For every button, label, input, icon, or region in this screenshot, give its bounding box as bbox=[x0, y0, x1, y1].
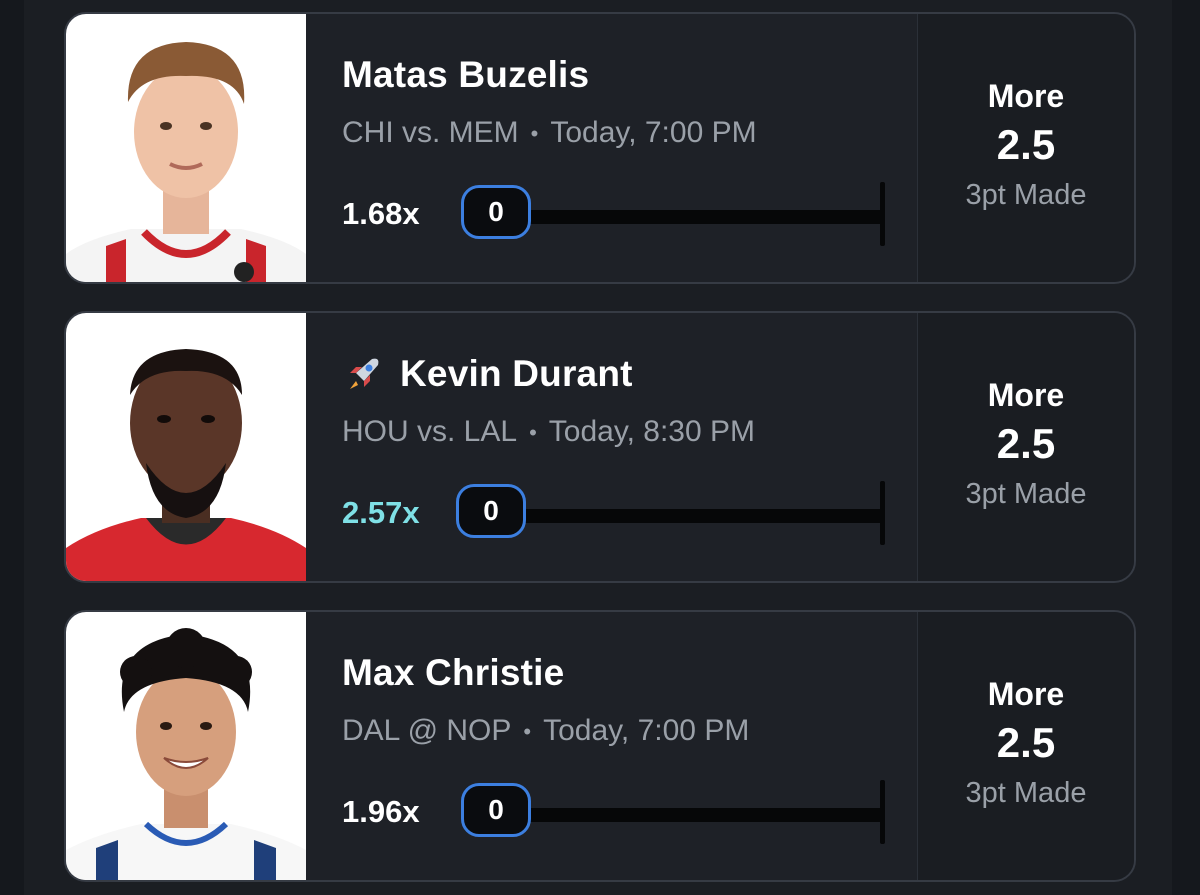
player-name-row: Matas Buzelis bbox=[342, 54, 589, 96]
separator-dot: • bbox=[523, 719, 532, 745]
game-time: Today, 8:30 PM bbox=[548, 415, 755, 448]
progress-track bbox=[526, 808, 882, 822]
player-photo bbox=[66, 313, 306, 581]
pick-direction: More bbox=[987, 377, 1065, 413]
player-name: Matas Buzelis bbox=[342, 54, 590, 95]
prop-line: 2.5 bbox=[996, 420, 1056, 467]
matchup-text: CHI vs. MEM bbox=[342, 116, 519, 149]
separator-dot: • bbox=[529, 420, 537, 446]
matchup-text: HOU vs. LAL bbox=[342, 415, 518, 448]
payout-multiplier: 1.68x bbox=[342, 196, 420, 231]
player-name-row: Kevin Durant bbox=[342, 353, 633, 395]
rocket-icon bbox=[350, 358, 379, 389]
player-name: Max Christie bbox=[342, 652, 565, 693]
stat-type: 3pt Made bbox=[965, 777, 1087, 809]
pick-selection-panel[interactable]: More 2.5 3pt Made bbox=[917, 313, 1134, 581]
matchup-text: DAL @ NOP bbox=[342, 714, 512, 747]
stat-value-stepper[interactable]: 0 bbox=[461, 783, 531, 837]
progress-track-end bbox=[880, 182, 885, 246]
game-time: Today, 7:00 PM bbox=[550, 116, 757, 149]
prop-line: 2.5 bbox=[996, 121, 1056, 168]
payout-multiplier-boosted: 2.57x bbox=[342, 495, 420, 530]
prop-line: 2.5 bbox=[996, 719, 1056, 766]
player-prop-card[interactable]: Matas Buzelis CHI vs. MEM • Today, 7:00 PM… bbox=[64, 12, 1136, 284]
progress-track-end bbox=[880, 780, 885, 844]
player-prop-card[interactable]: Max Christie DAL @ NOP • Today, 7:00 PM 1.… bbox=[64, 610, 1136, 882]
player-photo bbox=[66, 612, 306, 880]
stat-type: 3pt Made bbox=[965, 478, 1087, 510]
player-name-row: Max Christie bbox=[342, 652, 564, 694]
pick-selection-panel[interactable]: More 2.5 3pt Made bbox=[917, 14, 1134, 282]
player-photo bbox=[66, 14, 306, 282]
game-info: DAL @ NOP • Today, 7:00 PM bbox=[342, 714, 749, 748]
game-info: HOU vs. LAL • Today, 8:30 PM bbox=[342, 415, 755, 449]
progress-track bbox=[526, 210, 882, 224]
progress-track-end bbox=[880, 481, 885, 545]
separator-dot: • bbox=[530, 121, 539, 147]
player-name: Kevin Durant bbox=[400, 353, 633, 394]
pick-direction: More bbox=[987, 676, 1065, 712]
stat-value-stepper[interactable]: 0 bbox=[461, 185, 531, 239]
pick-selection-panel[interactable]: More 2.5 3pt Made bbox=[917, 612, 1134, 880]
pick-direction: More bbox=[987, 78, 1065, 114]
game-info: CHI vs. MEM • Today, 7:00 PM bbox=[342, 116, 757, 150]
stat-type: 3pt Made bbox=[965, 179, 1087, 211]
player-prop-card[interactable]: Kevin Durant HOU vs. LAL • Today, 8:30 PM … bbox=[64, 311, 1136, 583]
payout-multiplier: 1.96x bbox=[342, 794, 420, 829]
stat-value-stepper[interactable]: 0 bbox=[456, 484, 526, 538]
progress-track bbox=[521, 509, 882, 523]
game-time: Today, 7:00 PM bbox=[543, 714, 750, 747]
